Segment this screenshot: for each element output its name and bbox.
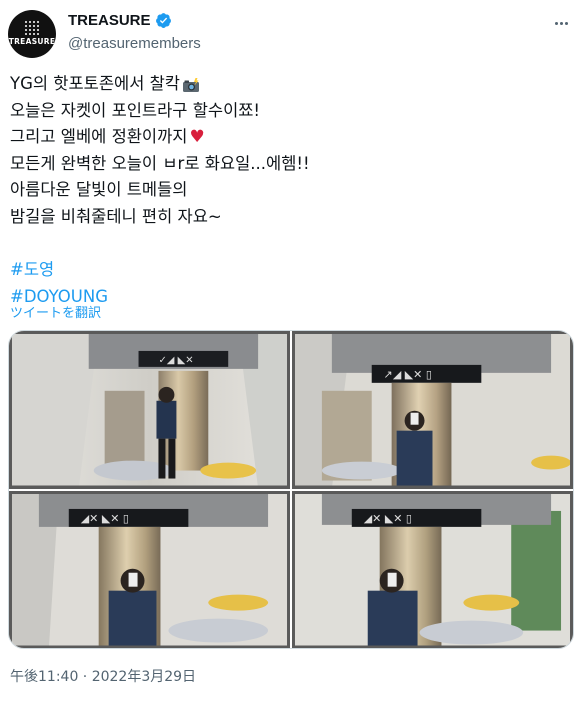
- tweet-line: 오늘은 자켓이 포인트라구 할수이쬬!: [10, 98, 570, 125]
- logo-dots-icon: [25, 21, 39, 35]
- avatar[interactable]: TREASURE: [8, 10, 56, 58]
- more-options-icon[interactable]: [550, 12, 572, 34]
- heart-emoji-icon: ♥: [189, 127, 205, 148]
- tweet-line-text: 그리고 엘베에 정환이까지: [10, 127, 188, 147]
- display-name[interactable]: TREASURE: [68, 12, 151, 29]
- tweet-line-text: 아름다운 달빛이 트메들의: [10, 180, 188, 200]
- tweet-line-text: 오늘은 자켓이 포인트라구 할수이쬬!: [10, 100, 261, 120]
- tweet-line: 밤길을 비춰줄테니 편히 자요~: [10, 204, 570, 231]
- tweet-timestamp[interactable]: 午後11:40 · 2022年3月29日: [10, 666, 196, 686]
- tweet-line-text: YG의 핫포토존에서 찰칵: [10, 74, 180, 93]
- photo-2[interactable]: ↗◢ ◣✕ ▯: [292, 331, 573, 489]
- tweet-text: YG의 핫포토존에서 찰칵 오늘은 자켓이 포인트라구 할수이쬬! 그리고 엘베…: [10, 71, 570, 310]
- svg-text:↗◢ ◣✕ ▯: ↗◢ ◣✕ ▯: [384, 368, 432, 381]
- photo-4[interactable]: ◢✕ ◣✕ ▯: [292, 490, 573, 648]
- tweet-card: TREASURE TREASURE @treasuremembers YG의 핫…: [0, 0, 586, 701]
- name-row: TREASURE: [68, 12, 172, 29]
- svg-text:◢✕ ◣✕ ▯: ◢✕ ◣✕ ▯: [364, 511, 412, 524]
- tweet-line: 그리고 엘베에 정환이까지 ♥: [10, 124, 570, 151]
- tweet-line: 모든게 완벽한 오늘이 ㅂr로 화요일...에헴!!: [10, 151, 570, 178]
- svg-text:◢✕ ◣✕ ▯: ◢✕ ◣✕ ▯: [81, 511, 129, 524]
- hashtag-line: #도영: [10, 257, 570, 284]
- translate-tweet-link[interactable]: ツイートを翻訳: [10, 302, 101, 321]
- photo-3[interactable]: ◢✕ ◣✕ ▯: [9, 490, 290, 648]
- avatar-logo-text: TREASURE: [8, 37, 56, 46]
- tweet-line-text: 밤길을 비춰줄테니 편히 자요~: [10, 206, 222, 226]
- hashtag-link[interactable]: #도영: [10, 257, 54, 284]
- photo-1[interactable]: ✓◢ ◣✕: [9, 331, 290, 489]
- tweet-line-text: 모든게 완벽한 오늘이 ㅂr로 화요일...에헴!!: [10, 153, 310, 173]
- user-handle[interactable]: @treasuremembers: [68, 35, 201, 52]
- tweet-line: YG의 핫포토존에서 찰칵: [10, 71, 570, 98]
- media-grid: ✓◢ ◣✕ ↗◢ ◣✕ ▯ ◢✕ ◣✕ ▯ ◢✕ ◣✕ ▯: [8, 330, 574, 649]
- camera-flash-emoji-icon: [182, 77, 199, 92]
- verified-badge-icon: [155, 13, 171, 28]
- svg-text:✓◢ ◣✕: ✓◢ ◣✕: [158, 355, 193, 366]
- tweet-line: 아름다운 달빛이 트메들의: [10, 177, 570, 204]
